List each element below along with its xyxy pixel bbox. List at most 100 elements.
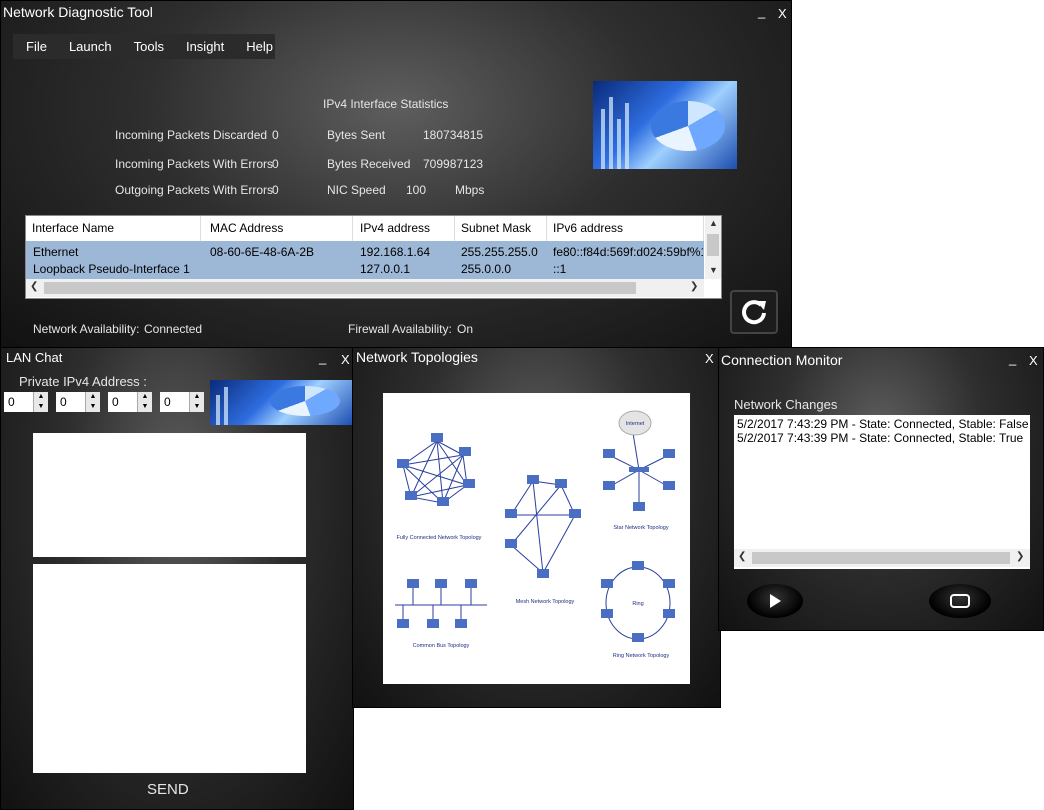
- network-changes-list[interactable]: 5/2/2017 7:43:29 PM - State: Connected, …: [734, 415, 1030, 569]
- column-header[interactable]: MAC Address: [204, 216, 353, 241]
- table-cell[interactable]: ::1: [553, 262, 566, 276]
- mesh-caption: Mesh Network Topology: [516, 599, 575, 605]
- lan-chat-window: LAN Chat _ X Private IPv4 Address : SEND: [0, 347, 354, 810]
- outgoing-errors-label: Outgoing Packets With Errors: [115, 183, 274, 197]
- octet-value: 0: [60, 395, 67, 409]
- bytes-received-label: Bytes Received: [327, 157, 411, 171]
- table-cell[interactable]: fe80::f84d:569f:d024:59bf%15: [553, 245, 703, 259]
- stepper-arrows-icon[interactable]: ▲ ▼: [33, 392, 48, 412]
- menu-insight[interactable]: Insight: [173, 39, 233, 54]
- close-button[interactable]: X: [341, 352, 350, 367]
- table-cell[interactable]: 08-60-6E-48-6A-2B: [210, 245, 314, 259]
- table-cell[interactable]: 192.168.1.64: [360, 245, 430, 259]
- column-header[interactable]: IPv4 address: [354, 216, 455, 241]
- incoming-errors-value: 0: [272, 157, 279, 171]
- incoming-errors-label: Incoming Packets With Errors: [115, 157, 274, 171]
- firewall-availability-label: Firewall Availability:: [348, 322, 452, 336]
- table-cell[interactable]: Ethernet: [33, 245, 78, 259]
- topology-illustration: Internet Fully Connected Network Topolog…: [395, 410, 675, 659]
- octet-value: 0: [164, 395, 171, 409]
- octet-value: 0: [8, 395, 15, 409]
- column-header[interactable]: Subnet Mask: [455, 216, 547, 241]
- octet-value: 0: [112, 395, 119, 409]
- horizontal-scrollbar[interactable]: ❮ ❯: [26, 279, 704, 297]
- vertical-scrollbar[interactable]: ▲ ▼: [705, 216, 721, 279]
- outgoing-errors-value: 0: [272, 183, 279, 197]
- table-cell[interactable]: 255.255.255.0: [461, 245, 538, 259]
- scroll-up-icon[interactable]: ▲: [709, 218, 718, 228]
- column-header[interactable]: Interface Name: [26, 216, 201, 241]
- scroll-right-icon[interactable]: ❯: [1016, 551, 1024, 562]
- menu-bar: File Launch Tools Insight Help: [13, 34, 275, 59]
- fully-connected-caption: Fully Connected Network Topology: [397, 535, 482, 541]
- close-button[interactable]: X: [778, 6, 787, 21]
- scroll-thumb[interactable]: [707, 234, 719, 256]
- incoming-discarded-value: 0: [272, 128, 279, 142]
- stop-button[interactable]: [929, 584, 991, 618]
- firewall-availability-value: On: [457, 322, 474, 336]
- stop-icon: [950, 594, 970, 608]
- play-button[interactable]: [747, 584, 803, 618]
- close-button[interactable]: X: [705, 351, 714, 366]
- window-title: Network Diagnostic Tool: [3, 4, 153, 20]
- lan-chat-title: LAN Chat: [6, 350, 63, 365]
- network-changes-label: Network Changes: [734, 397, 838, 412]
- scroll-left-icon[interactable]: ❮: [738, 551, 746, 562]
- horizontal-scrollbar[interactable]: ❮ ❯: [734, 549, 1030, 567]
- octet-4-stepper[interactable]: 0 ▲ ▼: [160, 392, 204, 412]
- network-availability-label: Network Availability:: [33, 322, 140, 336]
- menu-tools[interactable]: Tools: [121, 39, 173, 54]
- interface-table: Interface Name MAC Address IPv4 address …: [25, 215, 722, 299]
- scroll-down-icon[interactable]: ▼: [709, 265, 718, 275]
- minimize-button[interactable]: _: [1009, 351, 1016, 366]
- octet-1-stepper[interactable]: 0 ▲ ▼: [4, 392, 48, 412]
- octet-3-stepper[interactable]: 0 ▲ ▼: [108, 392, 152, 412]
- scroll-right-icon[interactable]: ❯: [690, 281, 698, 292]
- bytes-sent-label: Bytes Sent: [327, 128, 386, 142]
- nic-speed-unit: Mbps: [455, 183, 485, 197]
- topologies-diagram: Internet Fully Connected Network Topolog…: [383, 393, 690, 684]
- bytes-received-value: 709987123: [423, 157, 484, 171]
- stats-title: IPv4 Interface Statistics: [323, 97, 449, 111]
- incoming-discarded-label: Incoming Packets Discarded: [115, 128, 268, 142]
- topologies-title: Network Topologies: [356, 349, 478, 365]
- list-item[interactable]: 5/2/2017 7:43:39 PM - State: Connected, …: [737, 431, 1023, 445]
- message-input-box[interactable]: [33, 564, 306, 773]
- refresh-button[interactable]: [730, 290, 778, 334]
- play-icon: [770, 594, 781, 608]
- stepper-arrows-icon[interactable]: ▲ ▼: [137, 392, 152, 412]
- column-header[interactable]: IPv6 address: [547, 216, 704, 241]
- ip-address-label: Private IPv4 Address :: [19, 374, 147, 389]
- ring-label: Ring: [632, 601, 643, 607]
- nic-speed-label: NIC Speed: [327, 183, 386, 197]
- minimize-button[interactable]: _: [758, 4, 765, 19]
- scroll-thumb[interactable]: [44, 282, 636, 294]
- ring-caption: Ring Network Topology: [613, 653, 670, 659]
- chat-history-box[interactable]: [33, 433, 306, 557]
- octet-2-stepper[interactable]: 0 ▲ ▼: [56, 392, 100, 412]
- table-cell[interactable]: 255.0.0.0: [461, 262, 511, 276]
- internet-caption: Internet: [626, 421, 645, 427]
- bus-caption: Common Bus Topology: [413, 643, 470, 649]
- scroll-thumb[interactable]: [752, 552, 1010, 564]
- connection-monitor-window: X Connection Monitor _ X Network Changes…: [718, 347, 1044, 631]
- minimize-button[interactable]: _: [319, 350, 326, 365]
- monitor-title: Connection Monitor: [721, 352, 843, 368]
- menu-file[interactable]: File: [13, 39, 56, 54]
- close-button[interactable]: X: [1029, 353, 1038, 368]
- table-cell[interactable]: 127.0.0.1: [360, 262, 410, 276]
- list-item[interactable]: 5/2/2017 7:43:29 PM - State: Connected, …: [737, 417, 1029, 431]
- star-caption: Star Network Topology: [613, 525, 668, 531]
- table-cell[interactable]: Loopback Pseudo-Interface 1: [33, 262, 190, 276]
- network-availability-value: Connected: [144, 322, 203, 336]
- menu-launch[interactable]: Launch: [56, 39, 121, 54]
- topologies-window: Network Topologies X Internet Fully Conn…: [352, 347, 721, 708]
- send-button[interactable]: SEND: [147, 781, 189, 798]
- stepper-arrows-icon[interactable]: ▲ ▼: [189, 392, 204, 412]
- stepper-arrows-icon[interactable]: ▲ ▼: [85, 392, 100, 412]
- menu-help[interactable]: Help: [233, 39, 282, 54]
- nic-speed-value: 100: [406, 183, 427, 197]
- main-window: Network Diagnostic Tool _ X File Launch …: [0, 0, 792, 350]
- scroll-left-icon[interactable]: ❮: [30, 281, 38, 292]
- chat-banner-image: [210, 380, 353, 425]
